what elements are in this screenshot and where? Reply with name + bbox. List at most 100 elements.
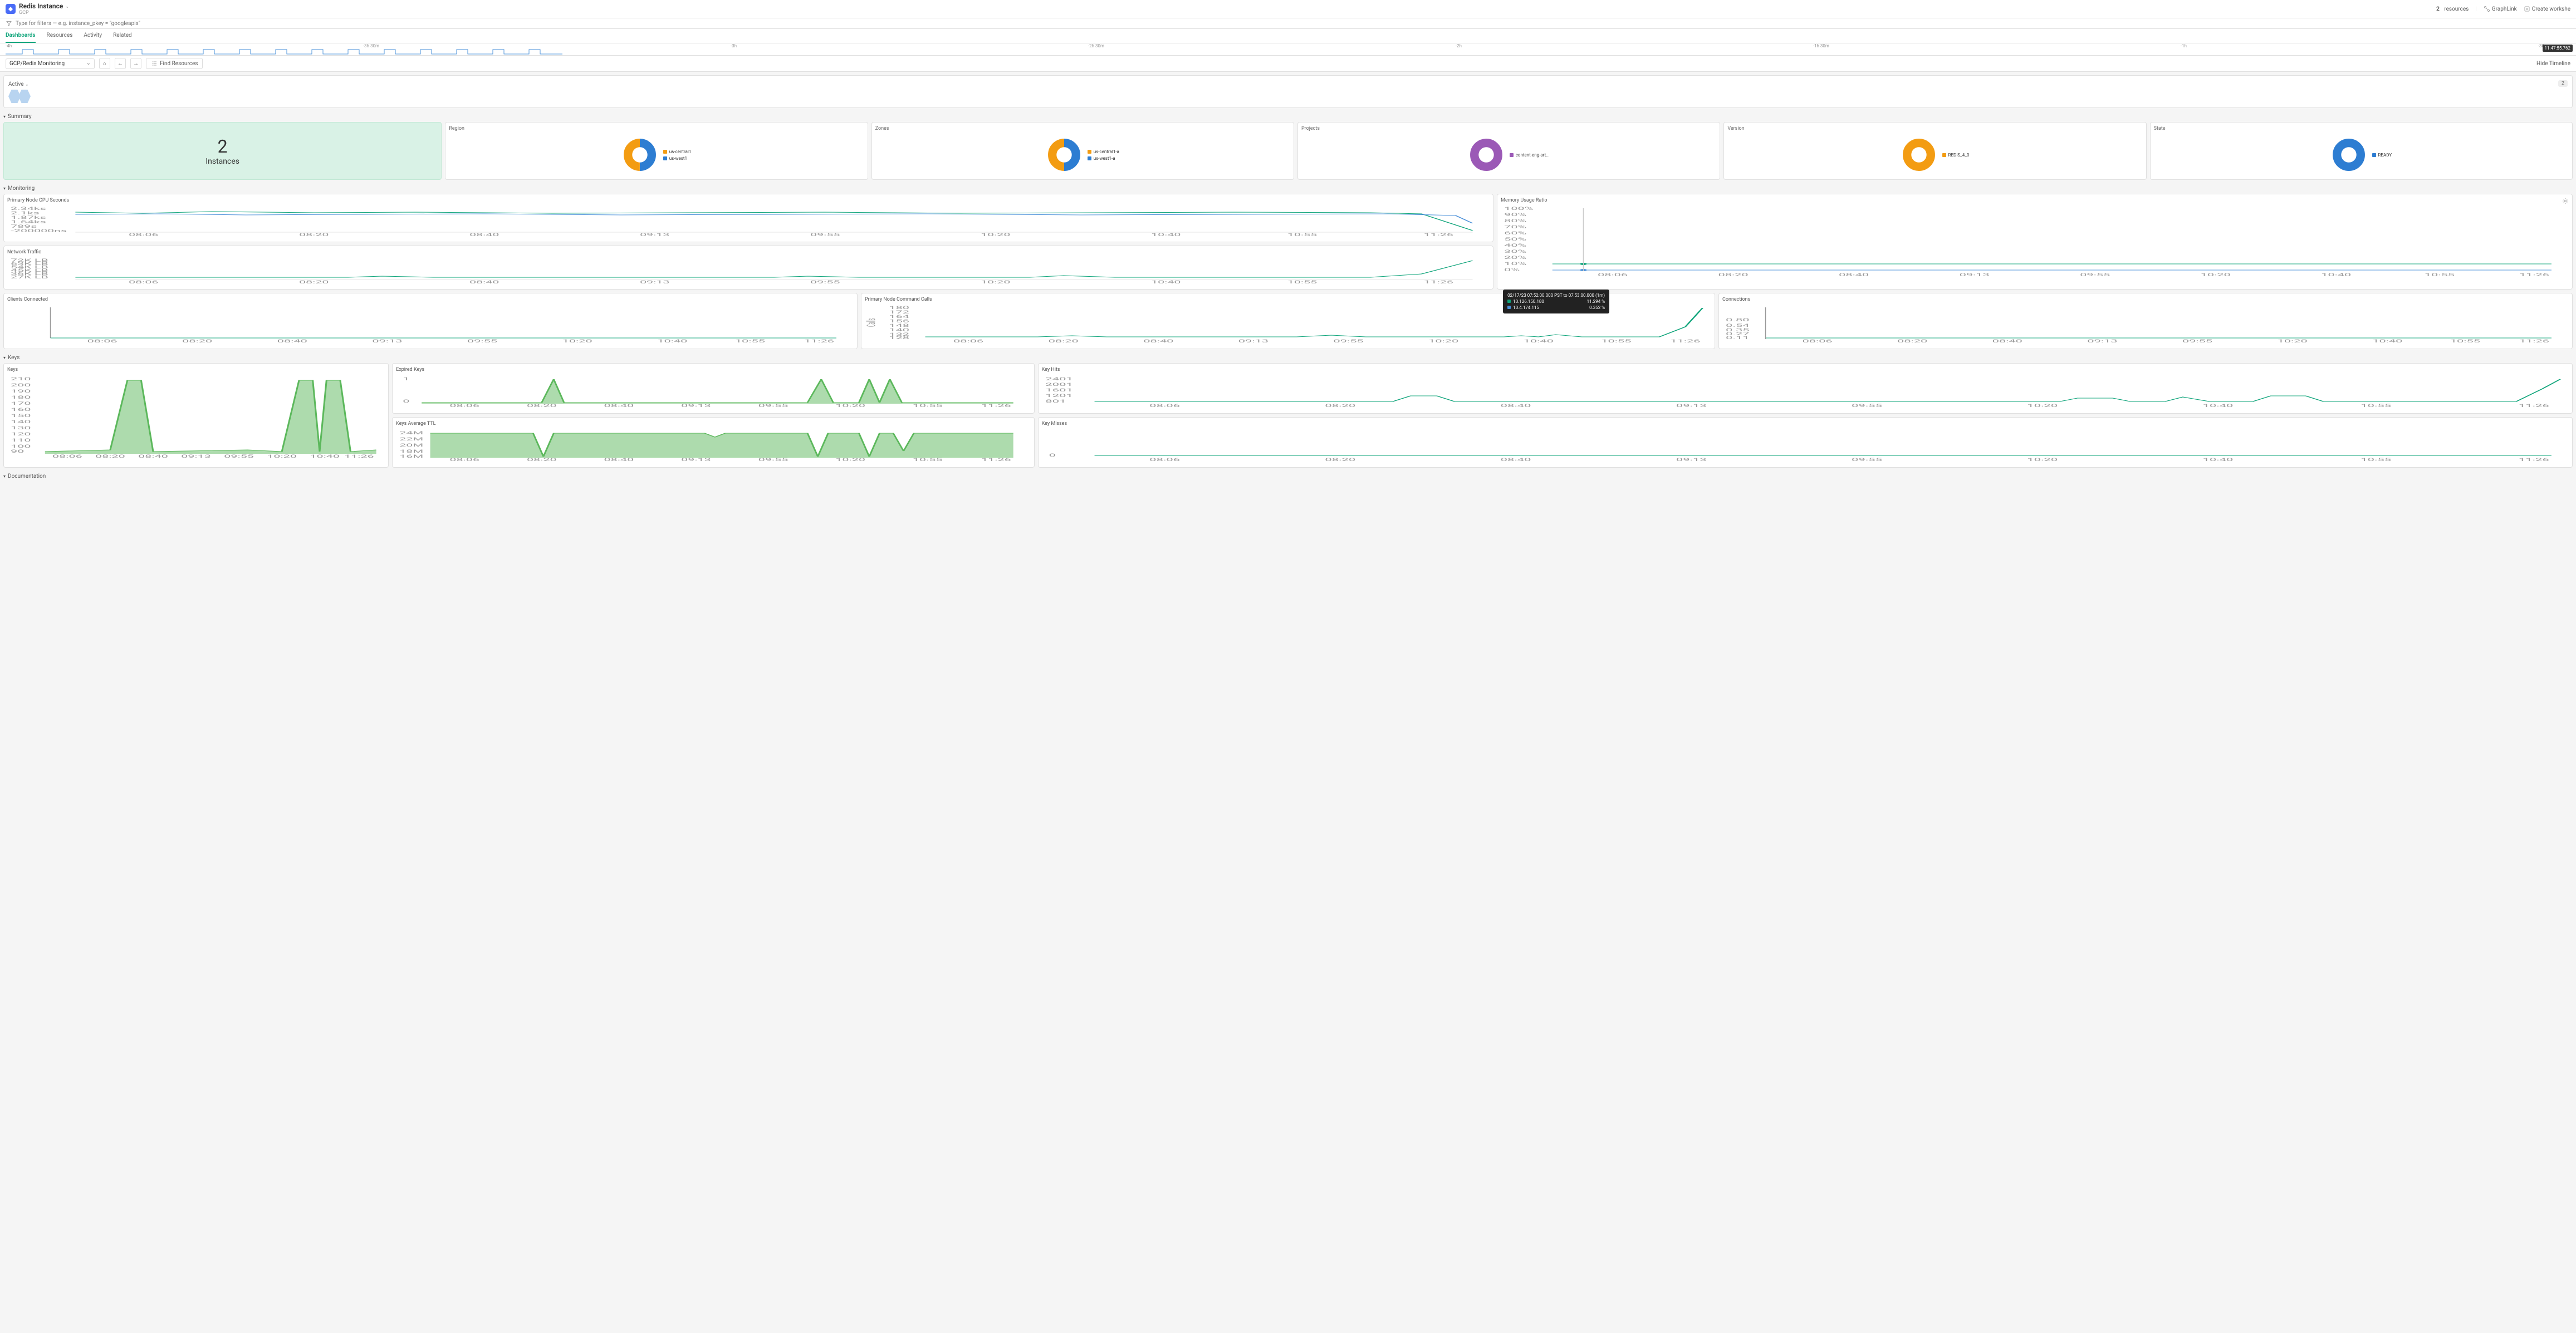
- timeline-wave: [6, 48, 562, 55]
- svg-text:20%: 20%: [1504, 255, 1526, 259]
- tab-activity[interactable]: Activity: [84, 29, 102, 43]
- svg-text:180: 180: [11, 395, 31, 399]
- svg-text:24M: 24M: [399, 430, 423, 435]
- expired-keys-title: Expired Keys: [396, 367, 1031, 373]
- svg-text:160: 160: [11, 407, 31, 411]
- active-label[interactable]: Active ⌄: [8, 81, 29, 87]
- svg-text:08:40: 08:40: [1992, 339, 2022, 343]
- graphlink-button[interactable]: GraphLink: [2484, 6, 2517, 12]
- caret-down-icon: ▾: [3, 355, 6, 360]
- zones-donut: [1046, 137, 1082, 173]
- connections-title: Connections: [1722, 297, 2569, 302]
- version-donut: [1901, 137, 1937, 173]
- create-worksheet-button[interactable]: Create workshe: [2524, 6, 2570, 12]
- filter-icon: [6, 20, 12, 27]
- svg-text:08:06: 08:06: [953, 339, 983, 343]
- hide-timeline-button[interactable]: Hide Timeline: [2536, 61, 2570, 67]
- gear-icon[interactable]: [2562, 198, 2569, 204]
- svg-text:08:20: 08:20: [1897, 339, 1927, 343]
- memory-title: Memory Usage Ratio: [1501, 198, 2569, 203]
- svg-text:08:20: 08:20: [1718, 272, 1749, 277]
- active-panel: Active ⌄ 2: [3, 75, 2573, 108]
- svg-text:128: 128: [889, 335, 909, 340]
- resources-count-label: resources: [2444, 6, 2469, 12]
- svg-text:170: 170: [11, 401, 31, 405]
- tooltip-val2: 0.352 %: [1589, 305, 1605, 310]
- tab-related[interactable]: Related: [113, 29, 132, 43]
- timeline[interactable]: -4h -3h 30m -3h -2h 30m -2h -1h 30m -1h …: [0, 43, 2576, 56]
- svg-text:210: 210: [11, 376, 31, 381]
- svg-text:90%: 90%: [1504, 212, 1526, 217]
- projects-donut: [1468, 137, 1504, 173]
- graphlink-icon: [2484, 6, 2490, 12]
- find-resources-button[interactable]: Find Resources: [146, 58, 203, 69]
- tab-dashboards[interactable]: Dashboards: [6, 29, 36, 43]
- svg-text:08:20: 08:20: [1049, 339, 1079, 343]
- instance-hexagons[interactable]: [8, 90, 31, 103]
- svg-text:30%: 30%: [1504, 249, 1526, 253]
- svg-text:10:20: 10:20: [2027, 458, 2058, 462]
- svg-text:09:55: 09:55: [1852, 404, 1882, 408]
- section-documentation-header[interactable]: ▾Documentation: [3, 471, 2573, 482]
- section-monitoring-header[interactable]: ▾Monitoring: [3, 183, 2573, 194]
- svg-text:10:40: 10:40: [657, 339, 687, 343]
- region-card: Region us-central1 us-west1: [445, 122, 868, 180]
- key-misses-title: Key Misses: [1042, 421, 2569, 427]
- tl-label: -2h 30m: [1088, 43, 1104, 48]
- ttl-title: Keys Average TTL: [396, 421, 1031, 427]
- memory-svg: 100%90%80%70%60%50%40%30%20%10%0% 08:060…: [1501, 205, 2569, 277]
- svg-text:2001: 2001: [1045, 383, 1073, 387]
- svg-text:10:20: 10:20: [835, 403, 865, 408]
- svg-text:120: 120: [11, 432, 31, 436]
- chevron-down-icon: ⌄: [25, 82, 29, 87]
- filter-bar: [0, 18, 2576, 29]
- active-label-text: Active: [8, 81, 24, 87]
- section-keys-header[interactable]: ▾Keys: [3, 352, 2573, 363]
- svg-text:08:20: 08:20: [527, 457, 557, 462]
- svg-text:09:55: 09:55: [810, 232, 840, 237]
- svg-text:08:40: 08:40: [138, 454, 168, 458]
- chevron-down-icon[interactable]: ⌄: [65, 4, 69, 9]
- resources-count[interactable]: 2 resources: [2436, 6, 2469, 12]
- svg-text:09:55: 09:55: [2080, 272, 2110, 277]
- header-actions: 2 resources | GraphLink Create workshe: [2436, 6, 2570, 12]
- version-card: Version REDIS_4_0: [1723, 122, 2146, 180]
- svg-text:09:13: 09:13: [1676, 404, 1706, 408]
- memory-chart: Memory Usage Ratio 100%90%80%70%60%50%40…: [1497, 194, 2573, 290]
- svg-text:09:55: 09:55: [1334, 339, 1364, 343]
- svg-text:80%: 80%: [1504, 218, 1526, 223]
- connections-chart: Connections 0.800.540.350.270.11 08:0608…: [1718, 293, 2573, 349]
- svg-text:1: 1: [403, 376, 409, 381]
- svg-text:10:55: 10:55: [1287, 280, 1317, 284]
- svg-text:08:40: 08:40: [604, 403, 634, 408]
- svg-text:110: 110: [11, 438, 31, 442]
- svg-text:10:20: 10:20: [2201, 272, 2231, 277]
- home-button[interactable]: ⌂: [99, 58, 110, 69]
- svg-text:08:06: 08:06: [87, 339, 117, 343]
- svg-text:08:06: 08:06: [1803, 339, 1833, 343]
- svg-text:140: 140: [11, 419, 31, 424]
- section-summary-header[interactable]: ▾Summary: [3, 111, 2573, 122]
- svg-text:10:55: 10:55: [735, 339, 765, 343]
- svg-text:10:55: 10:55: [913, 403, 943, 408]
- forward-button[interactable]: →: [130, 58, 141, 69]
- section-keys-label: Keys: [8, 355, 19, 361]
- svg-text:0: 0: [403, 399, 409, 403]
- svg-text:10:20: 10:20: [2027, 404, 2058, 408]
- tooltip-time: 02/17/23 07:52:00.000 PST to 07:53:00.00…: [1507, 293, 1605, 298]
- hexagon-icon: [18, 90, 31, 103]
- svg-text:140: 140: [889, 327, 909, 332]
- tl-label: -3h 30m: [363, 43, 379, 48]
- dashboard-select[interactable]: GCP/Redis Monitoring: [6, 58, 95, 69]
- svg-text:11:26: 11:26: [981, 403, 1011, 408]
- tl-label: -1h: [2181, 43, 2187, 48]
- tab-resources[interactable]: Resources: [47, 29, 73, 43]
- svg-text:09:13: 09:13: [1676, 458, 1706, 462]
- filter-input[interactable]: [16, 21, 2570, 27]
- legend-item: us-west1-a: [1088, 156, 1119, 161]
- back-button[interactable]: ←: [115, 58, 126, 69]
- svg-text:11:26: 11:26: [2518, 404, 2549, 408]
- svg-text:180: 180: [889, 305, 909, 310]
- svg-text:10:55: 10:55: [2360, 404, 2391, 408]
- svg-text:08:40: 08:40: [604, 457, 634, 462]
